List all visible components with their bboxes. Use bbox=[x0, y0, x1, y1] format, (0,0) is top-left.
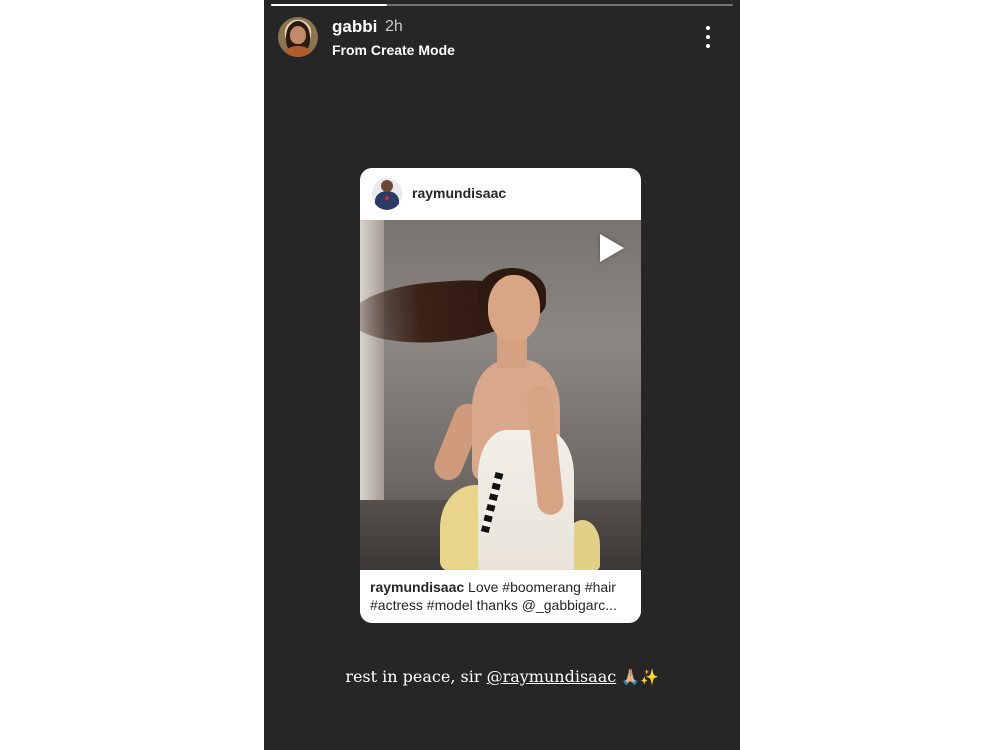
shared-post-card[interactable]: raymundisaac raymundisaac Love #boomeran… bbox=[360, 168, 641, 623]
play-icon bbox=[600, 234, 624, 262]
pray-emoji: 🙏🏼 bbox=[621, 668, 640, 686]
story-progress-bar bbox=[271, 4, 733, 6]
sparkles-emoji: ✨ bbox=[639, 668, 659, 686]
story-username[interactable]: gabbi bbox=[332, 17, 377, 37]
shared-post-avatar bbox=[372, 178, 402, 210]
caption-username: raymundisaac bbox=[370, 579, 465, 595]
story-viewer[interactable]: gabbi 2h From Create Mode raymundisaac r… bbox=[264, 0, 740, 750]
shared-post-caption: raymundisaac Love #boomerang #hair #actr… bbox=[370, 578, 635, 614]
story-caption: rest in peace, sir @raymundisaac 🙏🏼✨ bbox=[264, 667, 740, 686]
shared-post-image bbox=[360, 220, 641, 570]
caption-line-1: Love #boomerang #hair bbox=[464, 579, 616, 595]
shared-post-header: raymundisaac bbox=[360, 168, 641, 220]
shared-post-username: raymundisaac bbox=[412, 185, 507, 201]
story-timestamp: 2h bbox=[385, 18, 403, 35]
story-caption-text: rest in peace, sir bbox=[345, 667, 487, 686]
story-header: gabbi 2h From Create Mode bbox=[278, 14, 726, 62]
more-options-icon[interactable] bbox=[698, 24, 718, 50]
caption-line-2: #actress #model thanks @_gabbigarc... bbox=[370, 597, 617, 613]
user-avatar[interactable] bbox=[278, 17, 318, 57]
mention-link[interactable]: @raymundisaac bbox=[487, 667, 617, 686]
story-subtitle[interactable]: From Create Mode bbox=[332, 42, 455, 58]
story-progress-fill bbox=[271, 4, 387, 6]
